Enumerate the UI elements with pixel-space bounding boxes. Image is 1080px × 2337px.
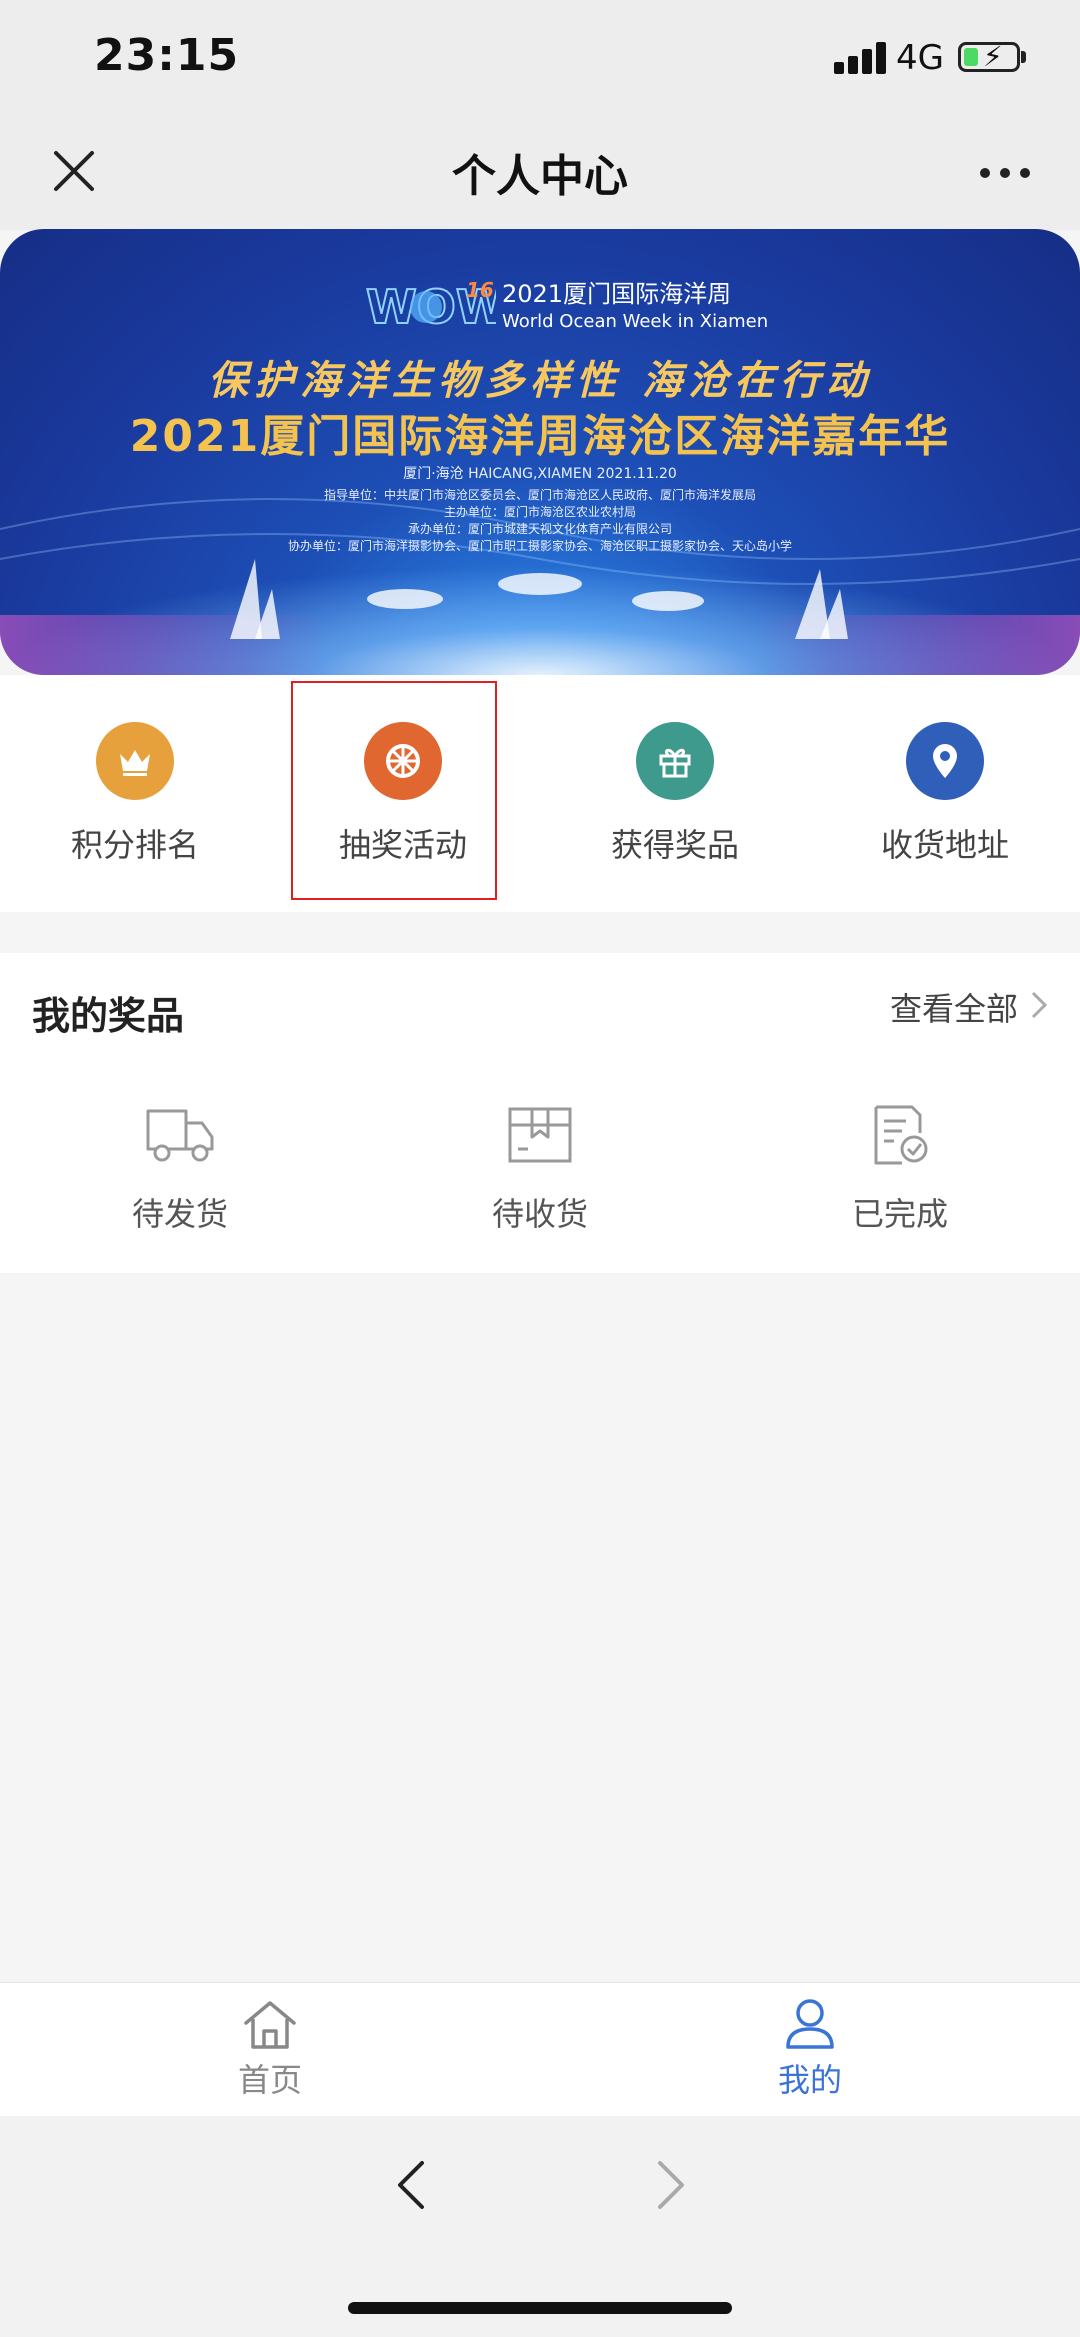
gift-icon	[636, 722, 714, 800]
home-icon	[244, 2001, 296, 2049]
banner-co-unit: 协办单位：厦门市海洋摄影协会、厦门市职工摄影家协会、海沧区职工摄影家协会、天心岛…	[287, 539, 792, 553]
wow-logo: WOW 16	[365, 275, 508, 335]
tab-mine[interactable]: 我的	[710, 1995, 910, 2105]
network-type: 4G	[896, 38, 944, 78]
prize-status-label: 待发货	[131, 1195, 228, 1233]
banner-event-title: 2021厦门国际海洋周 World Ocean Week in Xiamen	[502, 280, 769, 332]
truck-icon	[146, 1109, 214, 1162]
grid-item-label: 获得奖品	[610, 826, 739, 864]
banner-place-date: 厦门·海沧 HAICANG,XIAMEN 2021.11.20	[403, 466, 677, 482]
chevron-right-icon[interactable]	[1030, 990, 1048, 1020]
more-icon[interactable]	[980, 168, 1030, 178]
tab-label: 我的	[777, 2061, 842, 2099]
grid-item-shipping-address[interactable]: 收货地址	[810, 675, 1080, 864]
signal-icon	[834, 40, 886, 74]
home-indicator	[348, 2302, 732, 2314]
crown-icon	[96, 722, 174, 800]
svg-text:16: 16	[466, 278, 494, 302]
user-icon	[786, 1999, 834, 2049]
banner-host-unit: 主办单位：厦门市海沧区农业农村局	[443, 505, 636, 519]
grid-item-label: 收货地址	[880, 826, 1009, 864]
location-pin-icon	[906, 722, 984, 800]
banner-slogan: 保护海洋生物多样性 海沧在行动	[208, 358, 872, 404]
grid-item-label: 积分排名	[70, 826, 199, 864]
grid-item-points-ranking[interactable]: 积分排名	[0, 675, 270, 864]
selection-highlight-box	[291, 681, 497, 900]
battery-tip	[1021, 51, 1026, 63]
banner-organizer-unit: 承办单位：厦门市城建天视文化体育产业有限公司	[407, 522, 672, 536]
prize-status-label: 待收货	[491, 1195, 588, 1233]
grid-item-prizes-won[interactable]: 获得奖品	[540, 675, 810, 864]
back-arrow-icon[interactable]	[392, 2158, 432, 2212]
prize-status-label: 已完成	[851, 1195, 948, 1233]
package-icon	[508, 1107, 572, 1163]
banner-guide-unit: 指导单位：中共厦门市海沧区委员会、厦门市海沧区人民政府、厦门市海洋发展局	[323, 488, 756, 502]
document-check-icon	[874, 1105, 928, 1165]
status-time: 23:15	[94, 30, 240, 81]
tab-home[interactable]: 首页	[170, 1995, 370, 2105]
section-title: 我的奖品	[32, 994, 185, 1038]
banner-headline: 2021厦门国际海洋周海沧区海洋嘉年华	[129, 411, 951, 462]
battery-icon: ⚡	[958, 42, 1020, 72]
page-title: 个人中心	[452, 151, 628, 202]
forward-arrow-icon[interactable]	[650, 2158, 690, 2212]
view-all-link[interactable]: 查看全部	[890, 984, 1018, 1030]
bottom-tab-bar	[0, 1982, 1080, 2117]
tab-label: 首页	[237, 2061, 302, 2099]
